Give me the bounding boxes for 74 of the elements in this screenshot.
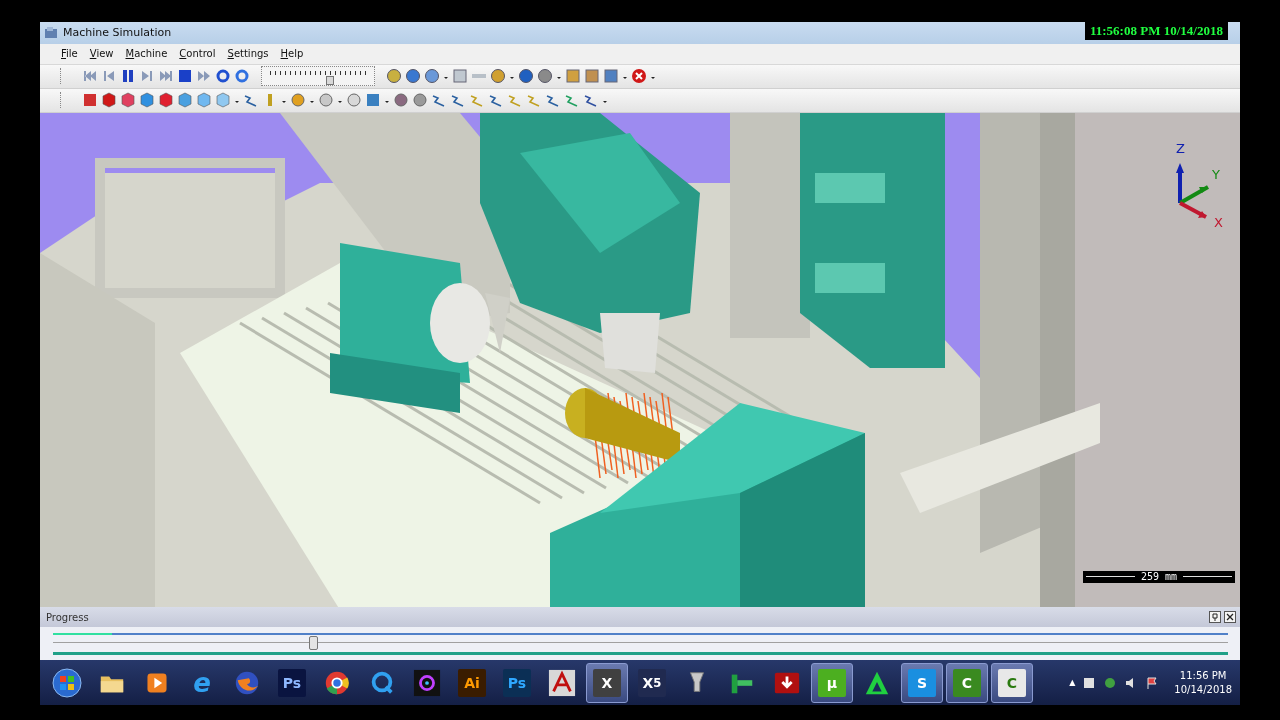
cube-icon[interactable] [215, 92, 231, 109]
taskbar-app-button[interactable]: C [991, 662, 1033, 703]
tray-app-icon[interactable] [1082, 675, 1097, 690]
timestamp-overlay: 11:56:08 PM 10/14/2018 [1085, 22, 1228, 40]
tool-path-icon[interactable] [450, 92, 466, 109]
ps-logo: Ps [503, 668, 531, 697]
menu-item[interactable]: Help [275, 47, 309, 61]
stop-icon[interactable] [177, 68, 193, 85]
taskbar-app-button[interactable]: e [181, 662, 223, 703]
menu-item[interactable]: Control [174, 47, 221, 61]
page-icon[interactable] [452, 68, 468, 85]
shape-icon[interactable] [412, 92, 428, 109]
fit-view-icon[interactable] [82, 92, 98, 109]
flag-icon[interactable] [1145, 675, 1160, 690]
taskbar-clock[interactable]: 11:56 PM 10/14/2018 [1166, 668, 1240, 697]
pin-icon[interactable] [1209, 611, 1221, 624]
ai-logo: Ai [458, 668, 486, 697]
taskbar-app-button[interactable]: C [946, 662, 988, 703]
menu-item[interactable]: File [56, 47, 83, 61]
menu-item[interactable]: View [84, 47, 119, 61]
app-icon [44, 25, 58, 40]
sphere-icon[interactable] [537, 68, 553, 85]
grid-icon[interactable] [565, 68, 581, 85]
cube-icon[interactable] [139, 92, 155, 109]
menu-item[interactable]: Machine [120, 47, 173, 61]
close-icon[interactable] [1224, 611, 1236, 624]
torrent-logo: µ [818, 668, 846, 697]
tool-path-icon[interactable] [243, 92, 259, 109]
axis-triad-drawing: Z Y X [1140, 126, 1240, 237]
reload-icon[interactable] [234, 68, 250, 85]
sphere-icon[interactable] [346, 92, 362, 109]
window-title: Machine Simulation [63, 26, 172, 40]
sphere-icon[interactable] [318, 92, 334, 109]
menu-item[interactable]: Settings [222, 47, 274, 61]
panel-title: Progress [46, 611, 89, 623]
cube-icon[interactable] [196, 92, 212, 109]
cube-icon[interactable] [120, 92, 136, 109]
network-icon[interactable] [1103, 675, 1118, 690]
tool-path-icon[interactable] [431, 92, 447, 109]
s-logo: S [908, 668, 936, 697]
taskbar-app-button[interactable]: Ps [496, 662, 538, 703]
c-logo: C [998, 668, 1026, 697]
tray-chevron[interactable]: ▲ [1069, 678, 1076, 688]
bulb-icon[interactable] [290, 92, 306, 109]
speed-slider[interactable] [261, 66, 375, 87]
ps-logo: Ps [278, 668, 306, 697]
taskbar-app-button[interactable]: X [586, 662, 628, 703]
gauge-icon[interactable] [386, 68, 402, 85]
tool-path-icon[interactable] [545, 92, 561, 109]
clock-time: 11:56 PM [1179, 668, 1227, 683]
tool-path-icon[interactable] [488, 92, 504, 109]
refresh-icon[interactable] [215, 68, 231, 85]
grid-icon[interactable] [584, 68, 600, 85]
machine-icon[interactable] [365, 92, 381, 109]
cube-icon[interactable] [101, 92, 117, 109]
x-logo: X [593, 668, 621, 697]
gear-icon[interactable] [490, 68, 506, 85]
windows-logo-icon [52, 667, 82, 698]
clock-date: 10/14/2018 [1174, 682, 1232, 697]
cube-icon[interactable] [158, 92, 174, 109]
cube-icon[interactable] [177, 92, 193, 109]
globe-icon[interactable] [424, 68, 440, 85]
globe-icon[interactable] [405, 68, 421, 85]
tool-path-icon[interactable] [583, 92, 599, 109]
pause-icon[interactable] [120, 68, 136, 85]
shape-icon[interactable] [393, 92, 409, 109]
tool-path-icon[interactable] [564, 92, 580, 109]
taskbar-app-button[interactable]: Ps [271, 662, 313, 703]
taskbar-app-button[interactable]: Ai [451, 662, 493, 703]
c-logo: C [953, 668, 981, 697]
pdf-logo-icon [548, 668, 576, 697]
grid-icon[interactable] [603, 68, 619, 85]
sphere-icon[interactable] [518, 68, 534, 85]
film-logo-icon [413, 668, 441, 697]
